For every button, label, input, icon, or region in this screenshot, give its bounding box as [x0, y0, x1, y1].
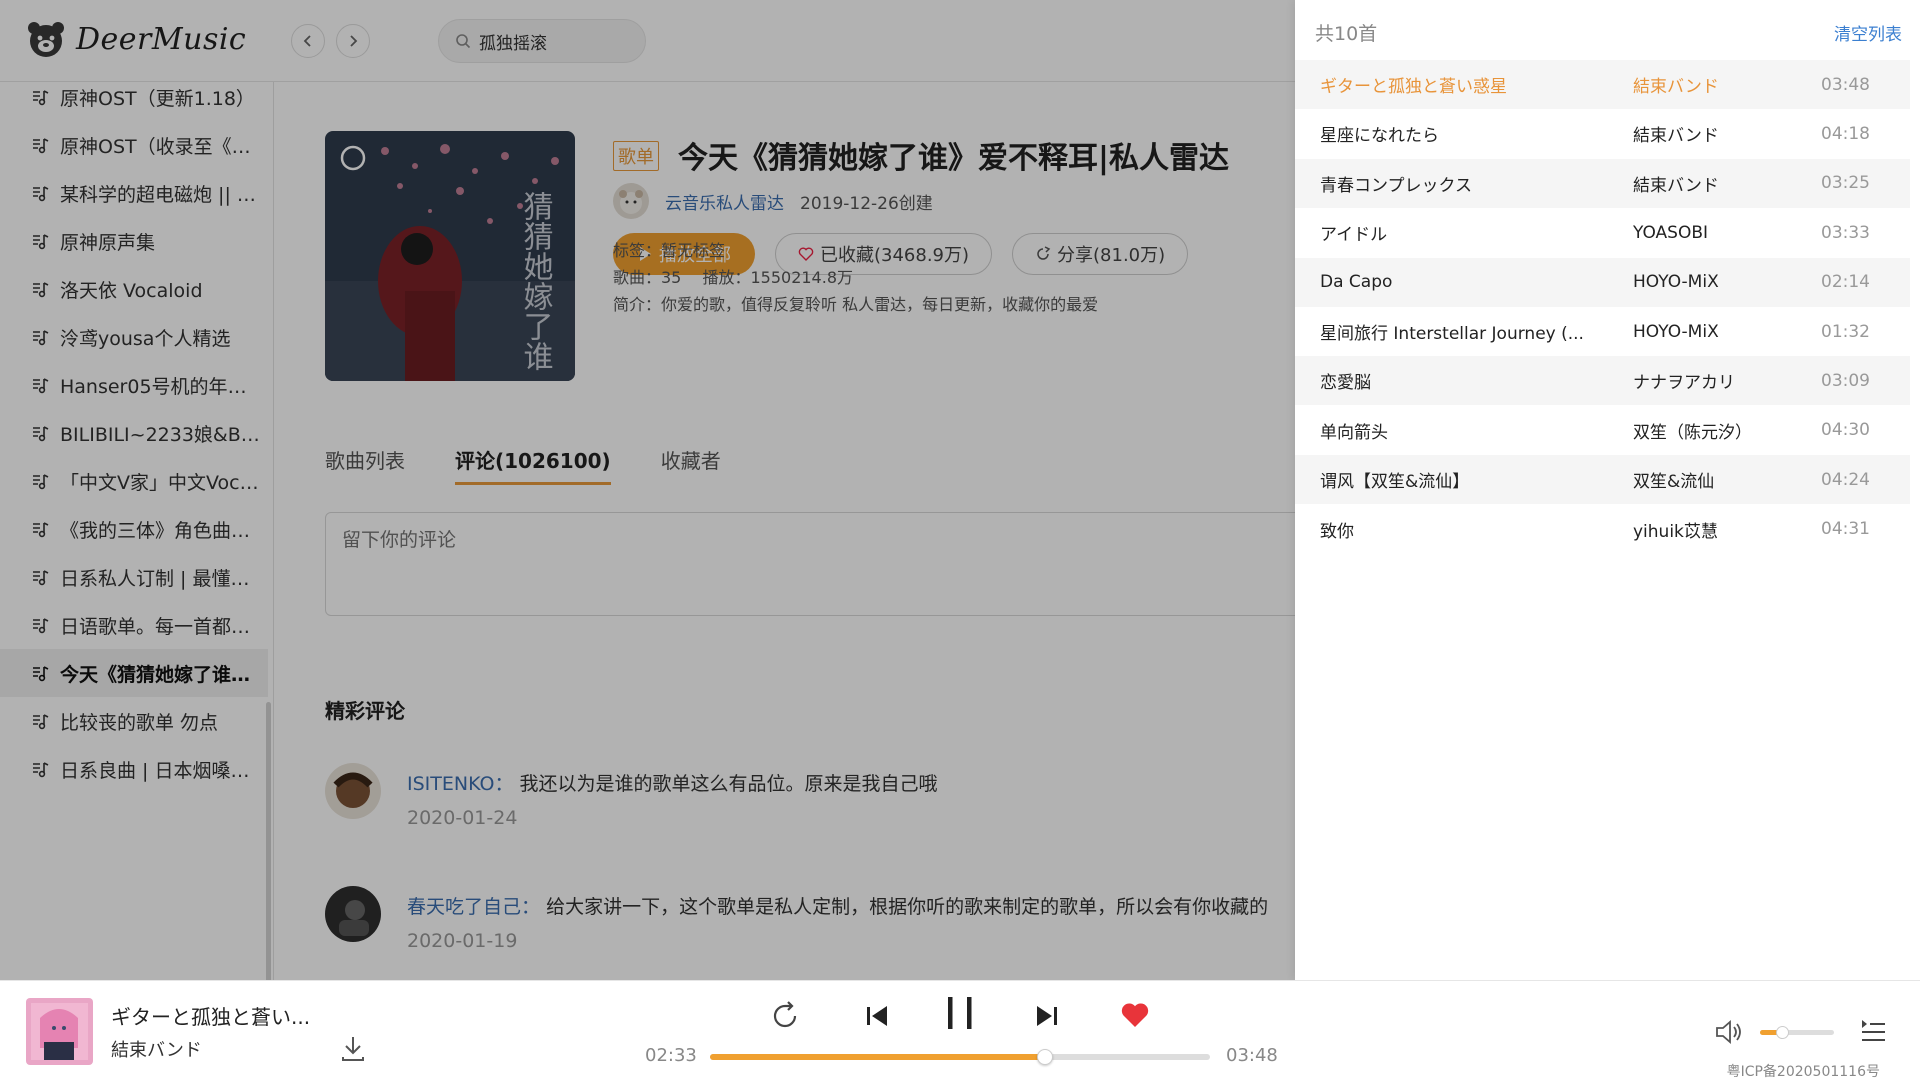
now-playing-cover[interactable] [26, 998, 93, 1065]
volume-slider[interactable] [1760, 1026, 1834, 1039]
queue-song-title: 星座になれたら [1320, 126, 1439, 147]
playlist-queue-icon[interactable] [1860, 1017, 1886, 1045]
queue-song-row[interactable]: 星间旅行 Interstellar Journey (... HOYO-MiX 01… [1295, 307, 1910, 356]
queue-song-row[interactable]: 单向箭头 双笙（陈元汐） 04:30 [1295, 406, 1910, 455]
queue-song-artist[interactable]: HOYO-MiX [1633, 322, 1793, 342]
icp-license[interactable]: 粤ICP备2020501116号 [1727, 1061, 1880, 1080]
queue-song-title: 青春コンプレックス [1320, 175, 1472, 196]
loop-icon[interactable] [768, 999, 802, 1033]
player-bar: ギターと孤独と蒼い... 結束バンド 02:33 03:48 粤ICP备2020… [0, 980, 1920, 1080]
next-track-icon[interactable] [1032, 1001, 1062, 1031]
queue-song-row[interactable]: ギターと孤独と蒼い惑星 結束バンド 03:48 [1295, 60, 1910, 109]
queue-song-title: アイドル [1320, 225, 1388, 246]
queue-song-row[interactable]: 恋愛脳 ナナヲアカリ 03:09 [1295, 356, 1910, 406]
queue-song-title: 致你 [1320, 521, 1354, 542]
queue-song-artist[interactable]: ナナヲアカリ [1633, 368, 1793, 393]
now-playing-artist[interactable]: 結束バンド [111, 1036, 202, 1062]
queue-song-duration: 03:33 [1821, 222, 1870, 243]
queue-song-row[interactable]: 青春コンプレックス 結束バンド 03:25 [1295, 158, 1910, 208]
queue-song-artist[interactable]: yihuik苡慧 [1633, 517, 1793, 542]
queue-song-artist[interactable]: 結束バンド [1633, 171, 1793, 196]
download-icon[interactable] [338, 1033, 368, 1063]
queue-song-row[interactable]: アイドル YOASOBI 03:33 [1295, 208, 1910, 257]
volume-handle[interactable] [1776, 1026, 1790, 1039]
previous-track-icon[interactable] [862, 1001, 892, 1031]
queue-song-row[interactable]: Da Capo HOYO-MiX 02:14 [1295, 257, 1910, 307]
queue-song-duration: 04:30 [1821, 420, 1870, 441]
volume-icon[interactable] [1713, 1017, 1743, 1047]
current-time: 02:33 [645, 1045, 697, 1066]
queue-song-artist[interactable]: 結束バンド [1633, 121, 1793, 146]
queue-song-artist[interactable]: HOYO-MiX [1633, 272, 1793, 292]
queue-song-title: 单向箭头 [1320, 422, 1388, 443]
queue-song-title: 星间旅行 Interstellar Journey (... [1320, 324, 1584, 344]
total-time: 03:48 [1226, 1045, 1278, 1066]
progress-bar[interactable] [710, 1049, 1210, 1065]
queue-song-duration: 01:32 [1821, 321, 1870, 342]
heart-filled-icon[interactable] [1119, 999, 1151, 1031]
queue-song-duration: 03:09 [1821, 370, 1870, 391]
queue-song-title: 谓风【双笙&流仙】 [1320, 472, 1470, 493]
queue-song-title: Da Capo [1320, 272, 1393, 293]
queue-song-duration: 04:31 [1821, 519, 1870, 540]
now-playing-title[interactable]: ギターと孤独と蒼い... [111, 1001, 310, 1030]
play-queue-panel: 共10首 清空列表 ギターと孤独と蒼い惑星 結束バンド 03:48 星座になれたら 結束… [1295, 0, 1920, 980]
queue-song-title: ギターと孤独と蒼い惑星 [1320, 77, 1507, 97]
queue-song-row[interactable]: 星座になれたら 結束バンド 04:18 [1295, 109, 1910, 158]
queue-song-duration: 04:18 [1821, 123, 1870, 144]
queue-song-duration: 03:25 [1821, 173, 1870, 194]
progress-fill [710, 1054, 1045, 1060]
clear-queue-button[interactable]: 清空列表 [1834, 20, 1902, 45]
queue-song-duration: 04:24 [1821, 469, 1870, 490]
queue-song-duration: 03:48 [1821, 74, 1870, 95]
queue-song-artist[interactable]: YOASOBI [1633, 223, 1793, 243]
progress-handle[interactable] [1037, 1049, 1053, 1065]
queue-song-duration: 02:14 [1821, 272, 1870, 293]
queue-song-artist[interactable]: 双笙&流仙 [1633, 467, 1793, 492]
queue-song-row[interactable]: 致你 yihuik苡慧 04:31 [1295, 505, 1910, 554]
modal-overlay[interactable] [0, 0, 1295, 980]
pause-icon[interactable] [945, 993, 975, 1033]
queue-song-title: 恋愛脳 [1320, 373, 1371, 394]
queue-count: 共10首 [1315, 23, 1378, 45]
queue-song-artist[interactable]: 双笙（陈元汐） [1633, 418, 1793, 443]
queue-song-artist[interactable]: 結束バンド [1633, 72, 1793, 97]
queue-song-row[interactable]: 谓风【双笙&流仙】 双笙&流仙 04:24 [1295, 455, 1910, 505]
